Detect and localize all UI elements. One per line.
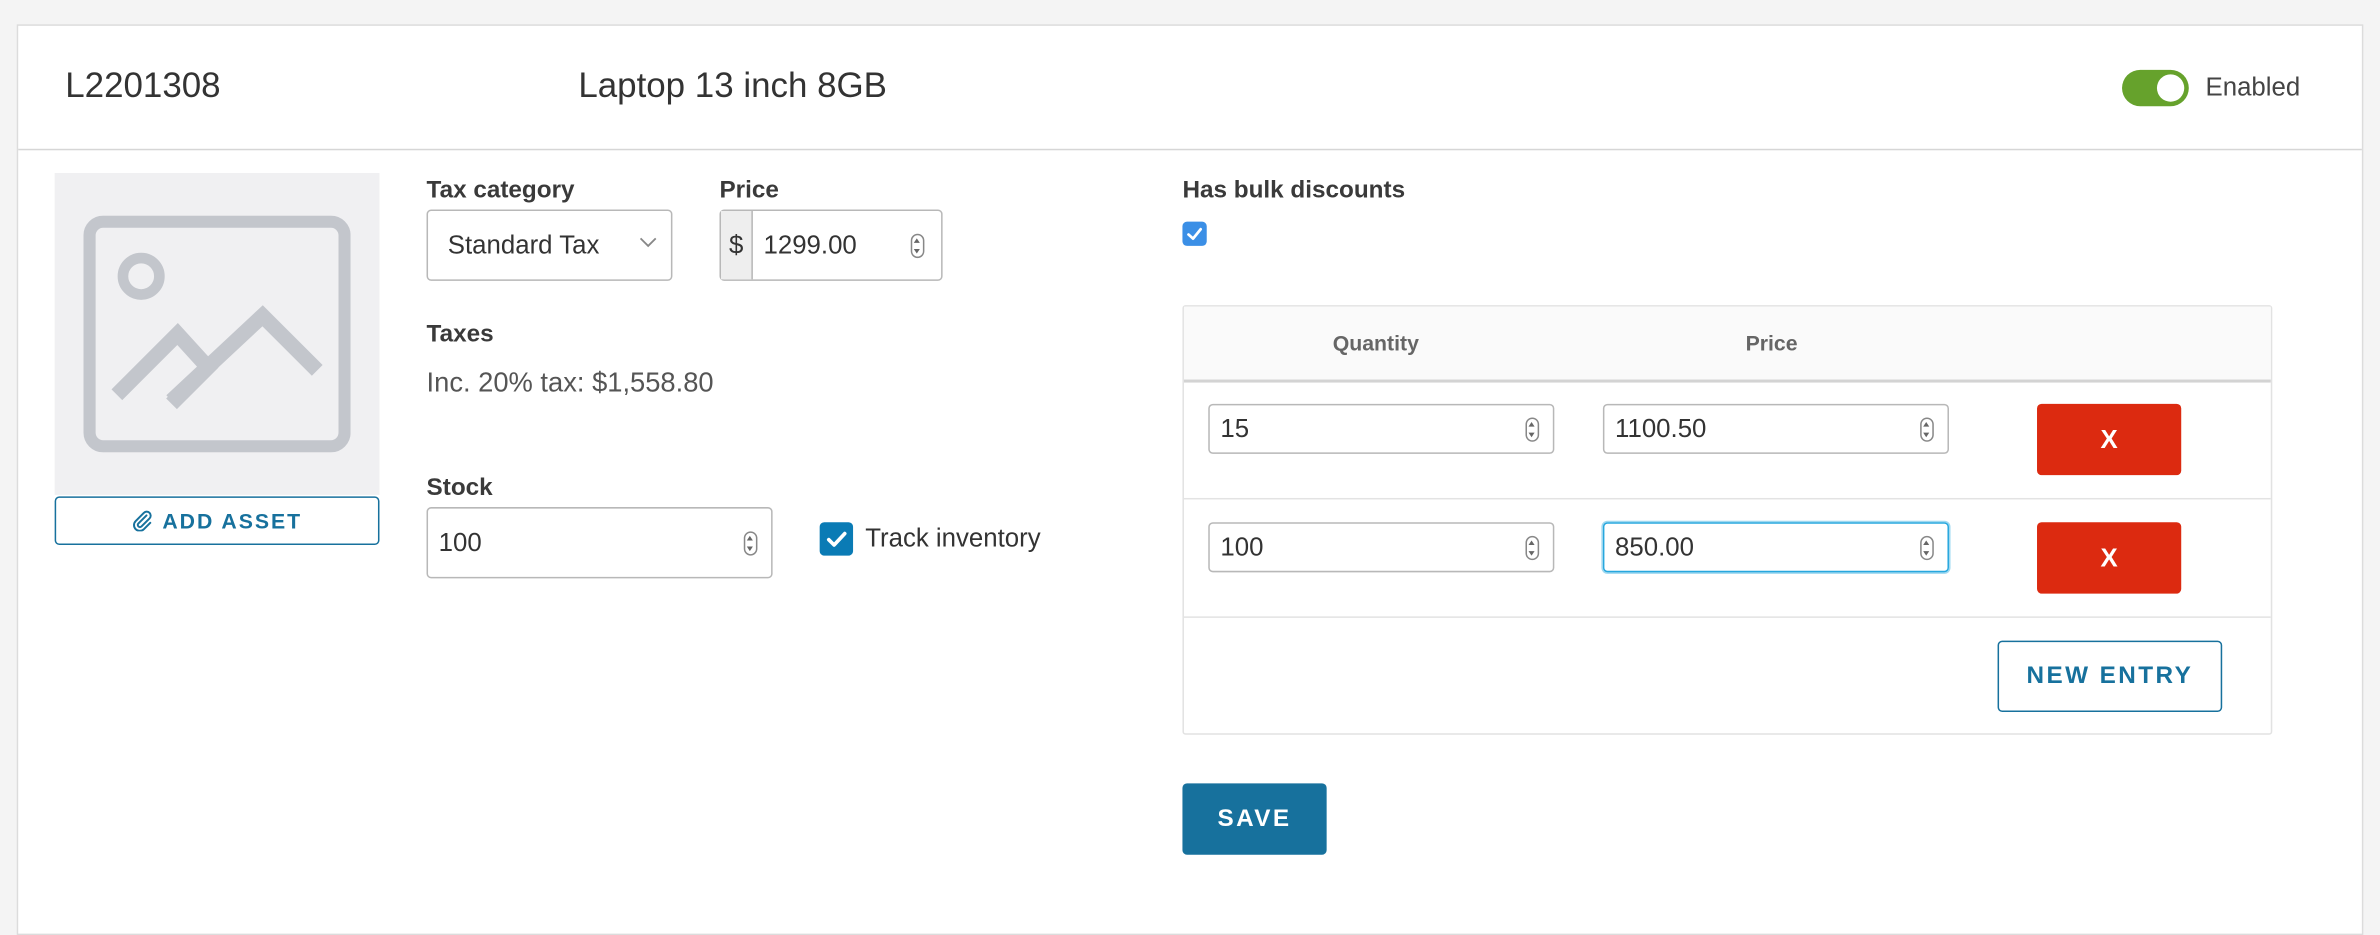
bulk-discounts-checkbox[interactable]: [1182, 221, 1207, 246]
price-value: 1299.00: [763, 230, 857, 260]
checkmark-icon: [826, 531, 847, 547]
new-entry-button[interactable]: NEW ENTRY: [1997, 640, 2223, 712]
price-spinner-icon[interactable]: [910, 233, 925, 259]
image-placeholder-icon: [83, 215, 351, 453]
bulk-discounts-table: Quantity Price 15 1100.50 X 100 850.00 X…: [1182, 305, 2273, 735]
price-label: Price: [719, 177, 779, 204]
asset-placeholder: [54, 173, 380, 495]
stock-value: 100: [438, 528, 482, 558]
taxes-summary: Inc. 20% tax: $1,558.80: [426, 367, 714, 398]
chevron-down-icon: [639, 237, 657, 248]
tax-category-value: Standard Tax: [447, 230, 600, 260]
quantity-value: 100: [1220, 532, 1264, 562]
variant-sku: L2201308: [65, 65, 221, 105]
tax-category-label: Tax category: [426, 177, 575, 204]
delete-entry-button[interactable]: X: [2037, 522, 2182, 594]
price-input[interactable]: $ 1299.00: [719, 209, 943, 281]
bulk-price-spinner-icon[interactable]: [1920, 535, 1934, 561]
bulk-discounts-label: Has bulk discounts: [1182, 177, 1406, 204]
bulk-price-input[interactable]: 850.00: [1602, 522, 1949, 573]
column-header-quantity: Quantity: [1332, 330, 1419, 356]
column-header-price: Price: [1745, 330, 1798, 356]
quantity-spinner-icon[interactable]: [1525, 535, 1540, 561]
track-inventory-label: Track inventory: [865, 523, 1041, 553]
bulk-price-value: 1100.50: [1615, 414, 1707, 444]
track-inventory-checkbox[interactable]: [819, 522, 854, 556]
bulk-price-input[interactable]: 1100.50: [1602, 403, 1949, 454]
delete-entry-button[interactable]: X: [2037, 403, 2182, 476]
variant-header: L2201308 Laptop 13 inch 8GB Enabled: [18, 26, 2362, 151]
save-button[interactable]: SAVE: [1182, 783, 1327, 855]
quantity-input[interactable]: 100: [1208, 522, 1555, 573]
quantity-spinner-icon[interactable]: [1525, 417, 1540, 442]
currency-prefix: $: [721, 211, 753, 280]
paperclip-icon: [133, 510, 152, 532]
variant-name: Laptop 13 inch 8GB: [578, 65, 887, 105]
quantity-input[interactable]: 15: [1208, 403, 1555, 454]
tax-category-select[interactable]: Standard Tax: [426, 209, 673, 281]
enabled-label: Enabled: [2205, 72, 2301, 102]
toggle-knob: [2156, 74, 2185, 102]
add-asset-button[interactable]: ADD ASSET: [54, 496, 380, 545]
taxes-label: Taxes: [426, 321, 494, 348]
stock-spinner-icon[interactable]: [743, 531, 758, 556]
table-row: 15 1100.50 X: [1183, 381, 2271, 500]
bulk-table-header: Quantity Price: [1183, 306, 2271, 383]
product-variant-card: L2201308 Laptop 13 inch 8GB Enabled ADD …: [16, 24, 2364, 935]
stock-input[interactable]: 100: [426, 507, 773, 579]
add-asset-label: ADD ASSET: [162, 508, 303, 533]
table-row: 100 850.00 X: [1183, 499, 2271, 618]
enabled-toggle[interactable]: [2122, 69, 2189, 107]
bulk-price-spinner-icon[interactable]: [1920, 417, 1934, 442]
bulk-price-value: 850.00: [1615, 532, 1694, 562]
checkmark-icon: [1187, 227, 1203, 241]
stock-label: Stock: [426, 475, 493, 501]
quantity-value: 15: [1220, 414, 1250, 444]
